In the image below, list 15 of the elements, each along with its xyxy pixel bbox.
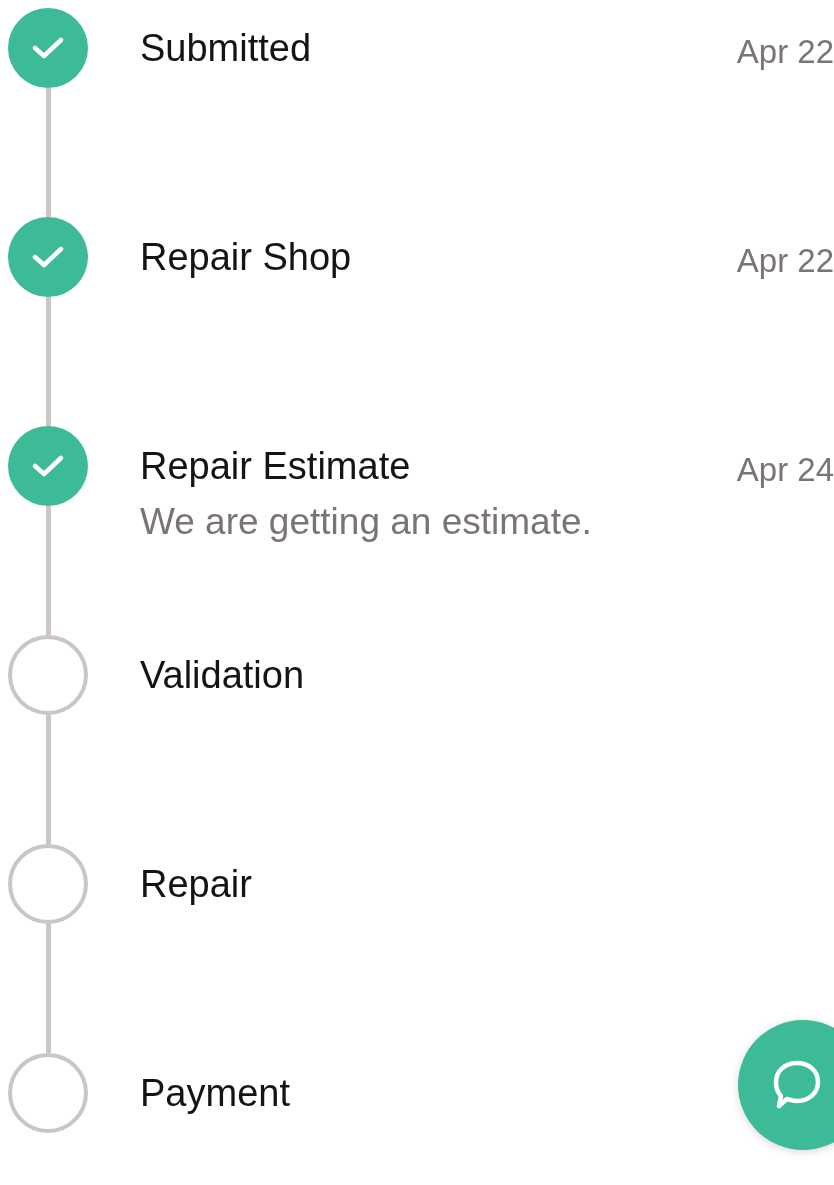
chat-bubble-icon [772,1059,822,1111]
step-title: Repair Estimate [140,444,411,488]
step-title: Repair Shop [140,235,352,279]
step-description: We are getting an estimate. [140,500,593,544]
step-title: Validation [140,653,305,697]
chat-button[interactable] [738,1020,834,1150]
step-title: Payment [140,1071,290,1115]
step-date: Apr 24 [736,450,834,489]
check-icon [31,35,65,61]
check-icon [31,244,65,270]
step-date: Apr 22 [736,241,834,280]
step-title: Repair [140,862,252,906]
step-title: Submitted [140,26,312,70]
check-icon [31,453,65,479]
step-date: Apr 22 [736,32,834,71]
